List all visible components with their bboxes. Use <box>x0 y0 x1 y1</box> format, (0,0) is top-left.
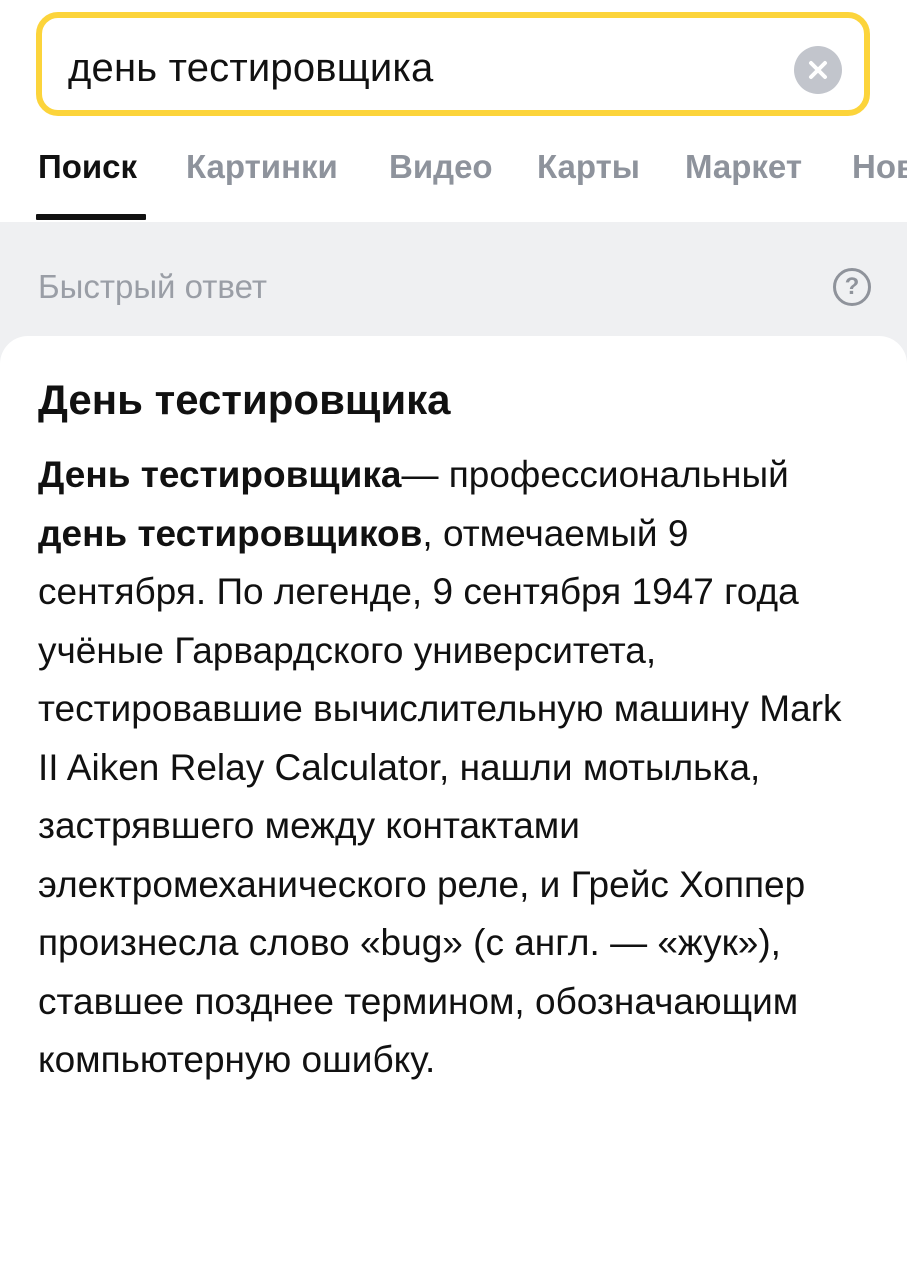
answer-card: День тестировщика День тестировщика— про… <box>0 336 907 1280</box>
quick-answer-label: Быстрый ответ <box>38 268 267 305</box>
close-icon <box>809 61 827 79</box>
clear-search-button[interactable] <box>794 46 842 94</box>
card-text: День тестировщика— профессиональный день… <box>38 446 858 1090</box>
active-tab-indicator <box>36 214 146 220</box>
page: день тестировщика Поиск Картинки Видео К… <box>0 0 907 1280</box>
tab-market[interactable]: Маркет <box>685 148 802 186</box>
tab-images[interactable]: Картинки <box>186 148 338 186</box>
search-tabs: Поиск Картинки Видео Карты Маркет Новост… <box>0 118 907 222</box>
text-part-2: , отмечаемый 9 сентября. По легенде, 9 с… <box>38 512 842 1081</box>
tab-video[interactable]: Видео <box>389 148 493 186</box>
search-query[interactable]: день тестировщика <box>68 46 433 91</box>
card-title: День тестировщика <box>38 376 451 423</box>
help-glyph: ? <box>844 273 860 300</box>
tab-news[interactable]: Новости <box>852 148 907 186</box>
tab-maps[interactable]: Карты <box>537 148 640 186</box>
question-icon[interactable]: ? <box>833 268 871 306</box>
text-part-1: профессиональный <box>438 454 789 495</box>
lead-bold: День тестировщика <box>38 454 402 495</box>
bold-term: день тестировщиков <box>38 512 423 554</box>
dash: — <box>401 454 439 495</box>
tab-search[interactable]: Поиск <box>38 148 137 186</box>
search-input[interactable]: день тестировщика <box>36 12 870 116</box>
